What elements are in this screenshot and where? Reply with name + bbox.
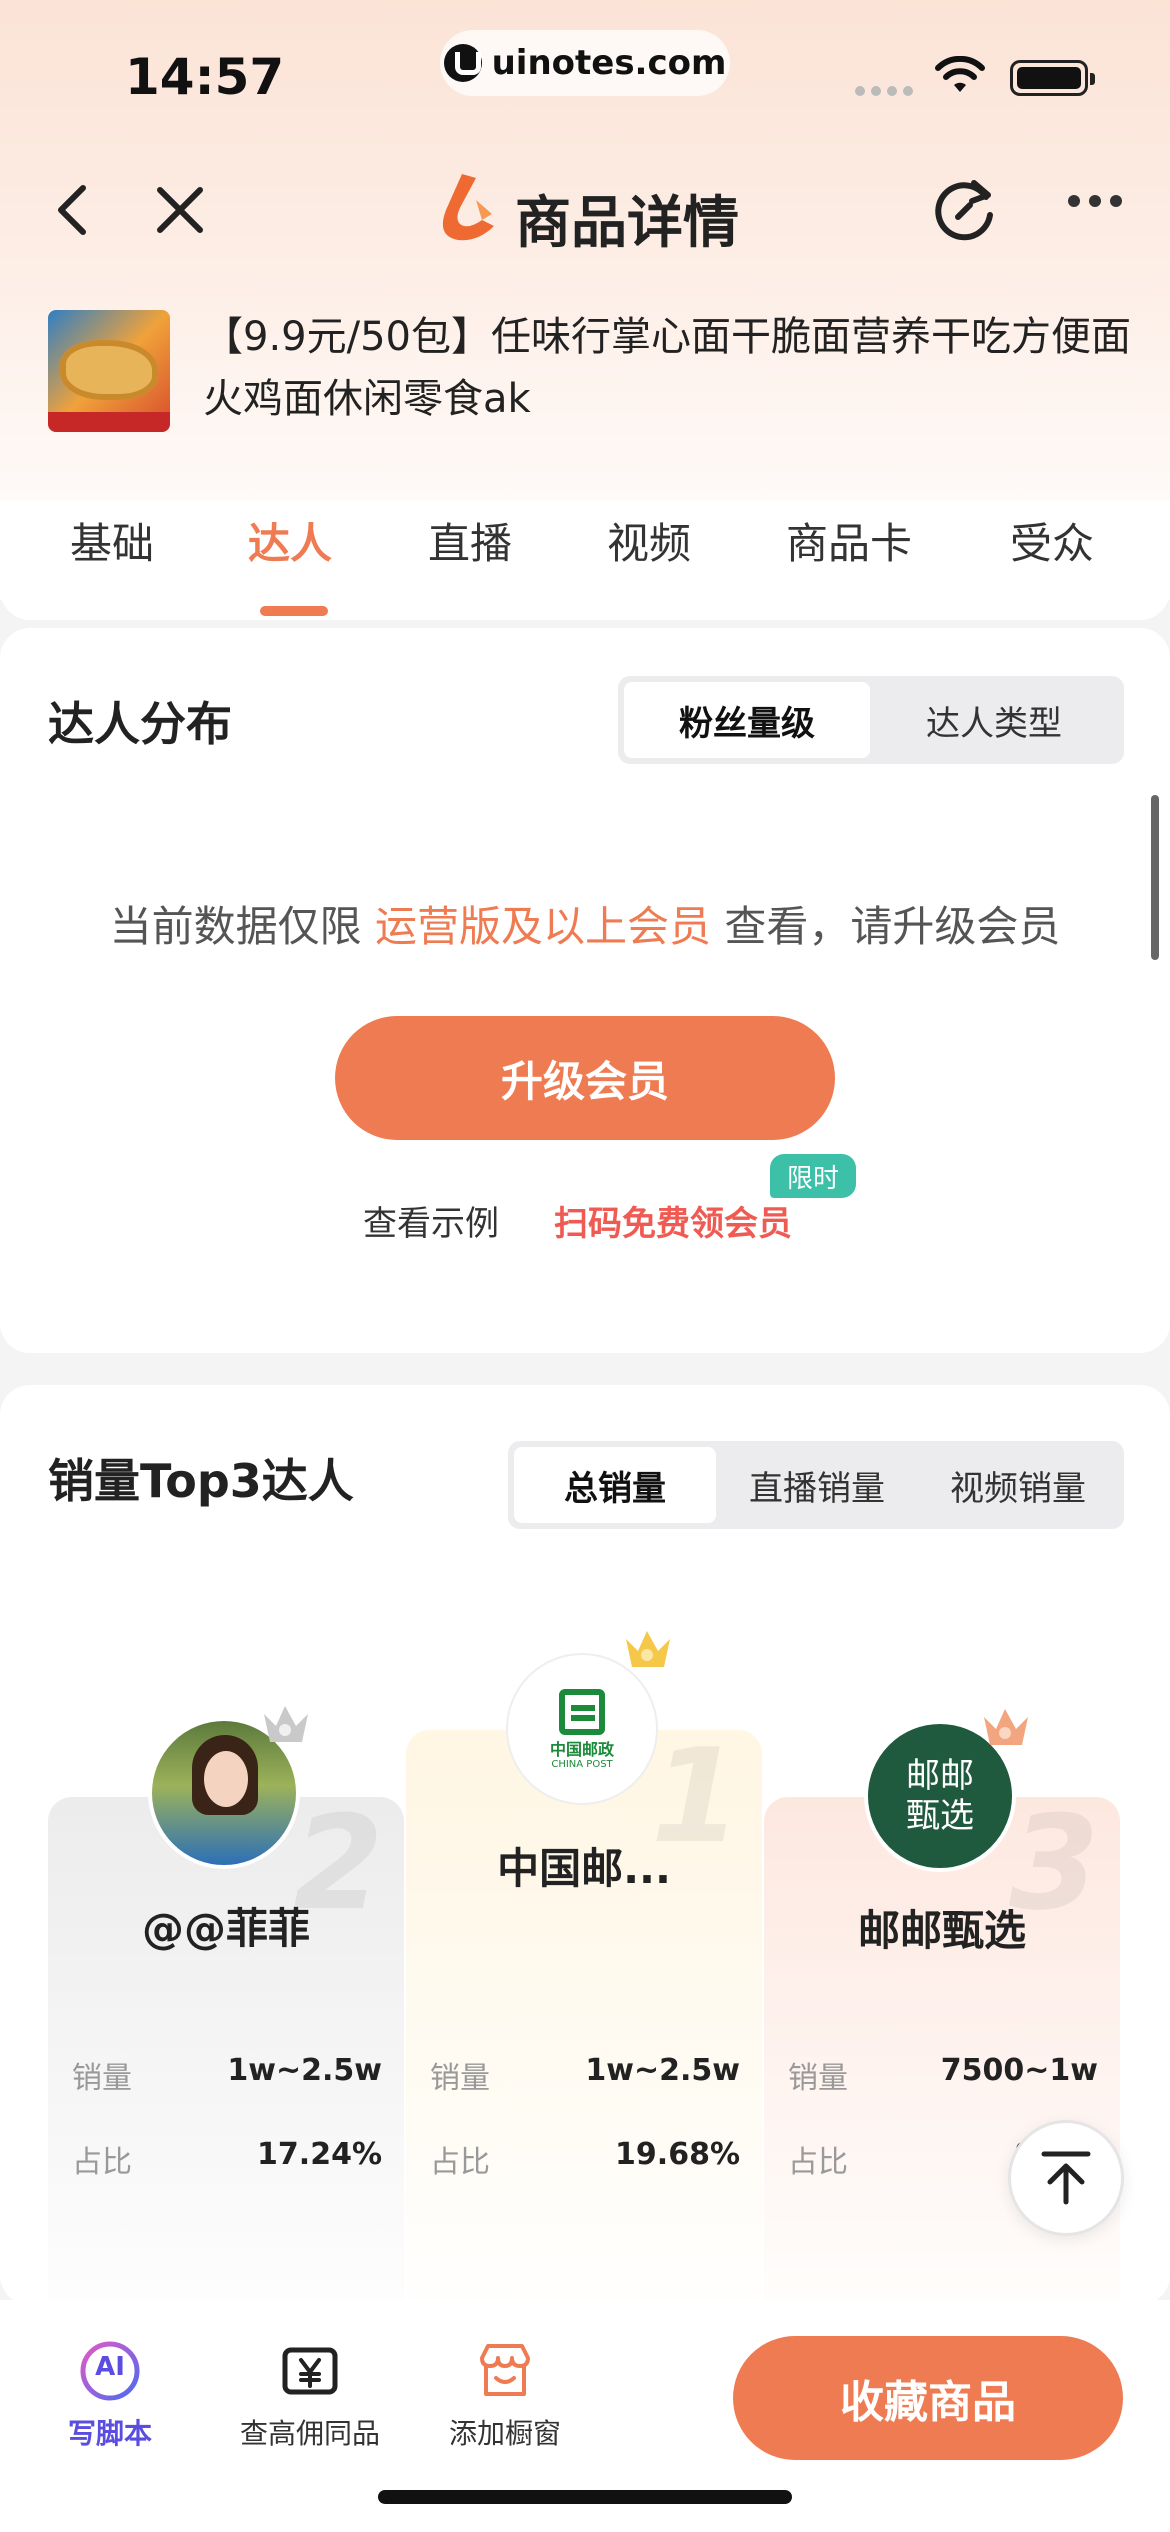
tab-video[interactable]: 视频 (607, 510, 691, 571)
silver-crown-icon (264, 1706, 308, 1742)
add-showcase-button[interactable]: 添加橱窗 (405, 2340, 605, 2452)
tab-indicator (260, 606, 328, 616)
high-commission-label: 查高佣同品 (239, 2417, 380, 2450)
post-logo-cn: 中国邮政 (549, 1739, 614, 1759)
rank-2-name: @@菲菲 (141, 1904, 310, 1953)
segment-total-sales[interactable]: 总销量 (514, 1447, 716, 1523)
locked-highlight[interactable]: 运营版及以上会员 (375, 902, 711, 951)
limited-time-badge: 限时 (770, 1154, 856, 1198)
scan-free-member-link[interactable]: 扫码免费领会员 (554, 1196, 792, 1245)
store-icon (474, 2340, 536, 2402)
distribution-title: 达人分布 (48, 697, 232, 751)
write-script-label: 写脚本 (67, 2417, 152, 2450)
scrollbar[interactable] (1151, 795, 1159, 960)
write-script-button[interactable]: AI 写脚本 (10, 2340, 210, 2452)
url-text: uinotes.com (491, 43, 727, 83)
locked-message: 当前数据仅限 运营版及以上会员 查看，请升级会员 (0, 893, 1170, 954)
bronze-crown-icon (984, 1709, 1028, 1745)
ai-icon: AI (79, 2340, 141, 2402)
rank-1-name: 中国邮... (497, 1844, 671, 1893)
nav-bar: 商品详情 (0, 160, 1170, 260)
green-logo-text: 邮邮甄选 (906, 1756, 974, 1836)
post-logo-en: CHINA POST (551, 1758, 613, 1770)
share-label: 占比 (72, 2145, 132, 2180)
url-pill[interactable]: uinotes.com (440, 30, 730, 96)
page-title: 商品详情 (515, 191, 739, 256)
tab-basic[interactable]: 基础 (70, 510, 154, 571)
collect-product-button[interactable]: 收藏商品 (733, 2336, 1123, 2460)
segment-live-sales[interactable]: 直播销量 (716, 1447, 918, 1523)
product-header: 【9.9元/50包】任味行掌心面干脆面营养干吃方便面火鸡面休闲零食ak (48, 310, 1131, 435)
share-value: 19.68% (615, 2137, 740, 2172)
yen-icon (279, 2340, 341, 2402)
status-time: 14:57 (125, 48, 285, 106)
segment-video-sales[interactable]: 视频销量 (918, 1447, 1118, 1523)
view-example-link[interactable]: 查看示例 (363, 1196, 499, 1245)
signal-icon (855, 86, 913, 96)
section-tabs: 基础 达人 直播 视频 商品卡 受众 (0, 500, 1170, 620)
close-icon[interactable] (150, 180, 210, 240)
gold-crown-icon (626, 1631, 670, 1667)
share-label: 占比 (430, 2145, 490, 2180)
top3-segment: 总销量 直播销量 视频销量 (508, 1441, 1124, 1529)
back-to-top-button[interactable] (1008, 2120, 1124, 2236)
app-logo-icon (442, 174, 494, 241)
sales-label: 销量 (430, 2061, 490, 2096)
tab-live[interactable]: 直播 (428, 510, 512, 571)
distribution-segment: 粉丝量级 达人类型 (618, 676, 1124, 764)
segment-fans-level[interactable]: 粉丝量级 (624, 682, 870, 758)
sales-value: 1w~2.5w (585, 2053, 740, 2088)
arrow-up-icon (1041, 2151, 1091, 2205)
product-title: 【9.9元/50包】任味行掌心面干脆面营养干吃方便面火鸡面休闲零食ak (203, 314, 1131, 422)
battery-icon (1010, 60, 1095, 96)
rank-3-name: 邮邮甄选 (857, 1906, 1026, 1955)
share-label: 占比 (788, 2145, 848, 2180)
china-post-logo-icon (559, 1688, 605, 1735)
wifi-icon (935, 56, 985, 92)
ai-badge-text: AI (95, 2352, 125, 2382)
refresh-icon[interactable] (930, 175, 1000, 245)
sales-value: 7500~1w (940, 2053, 1098, 2088)
segment-influencer-type[interactable]: 达人类型 (870, 682, 1118, 758)
upgrade-button[interactable]: 升级会员 (335, 1016, 835, 1140)
avatar: 中国邮政 CHINA POST (506, 1653, 658, 1805)
share-value: 17.24% (257, 2137, 382, 2172)
tab-product-card[interactable]: 商品卡 (786, 510, 912, 571)
high-commission-button[interactable]: 查高佣同品 (210, 2340, 410, 2452)
sales-label: 销量 (72, 2061, 132, 2096)
top3-title: 销量Top3达人 (48, 1454, 354, 1508)
locked-prefix: 当前数据仅限 (109, 902, 362, 951)
tab-influencer[interactable]: 达人 (248, 510, 332, 571)
more-icon[interactable] (1068, 195, 1122, 207)
status-bar: 14:57 uinotes.com (0, 0, 1170, 150)
home-indicator[interactable] (378, 2490, 792, 2504)
back-icon[interactable] (45, 180, 105, 240)
sales-label: 销量 (788, 2061, 848, 2096)
site-logo-icon (443, 44, 482, 82)
locked-suffix: 查看，请升级会员 (724, 902, 1061, 951)
sales-value: 1w~2.5w (227, 2053, 382, 2088)
tab-audience[interactable]: 受众 (1010, 510, 1094, 571)
product-thumbnail (48, 310, 170, 432)
rank-card-1[interactable]: 1 (406, 1720, 762, 2330)
top3-card: 销量Top3达人 总销量 直播销量 视频销量 2 1 3 中国邮政 CHINA … (0, 1385, 1170, 2357)
add-showcase-label: 添加橱窗 (448, 2417, 561, 2450)
influencer-distribution-card: 达人分布 粉丝量级 达人类型 当前数据仅限 运营版及以上会员 查看，请升级会员 … (0, 628, 1170, 1353)
